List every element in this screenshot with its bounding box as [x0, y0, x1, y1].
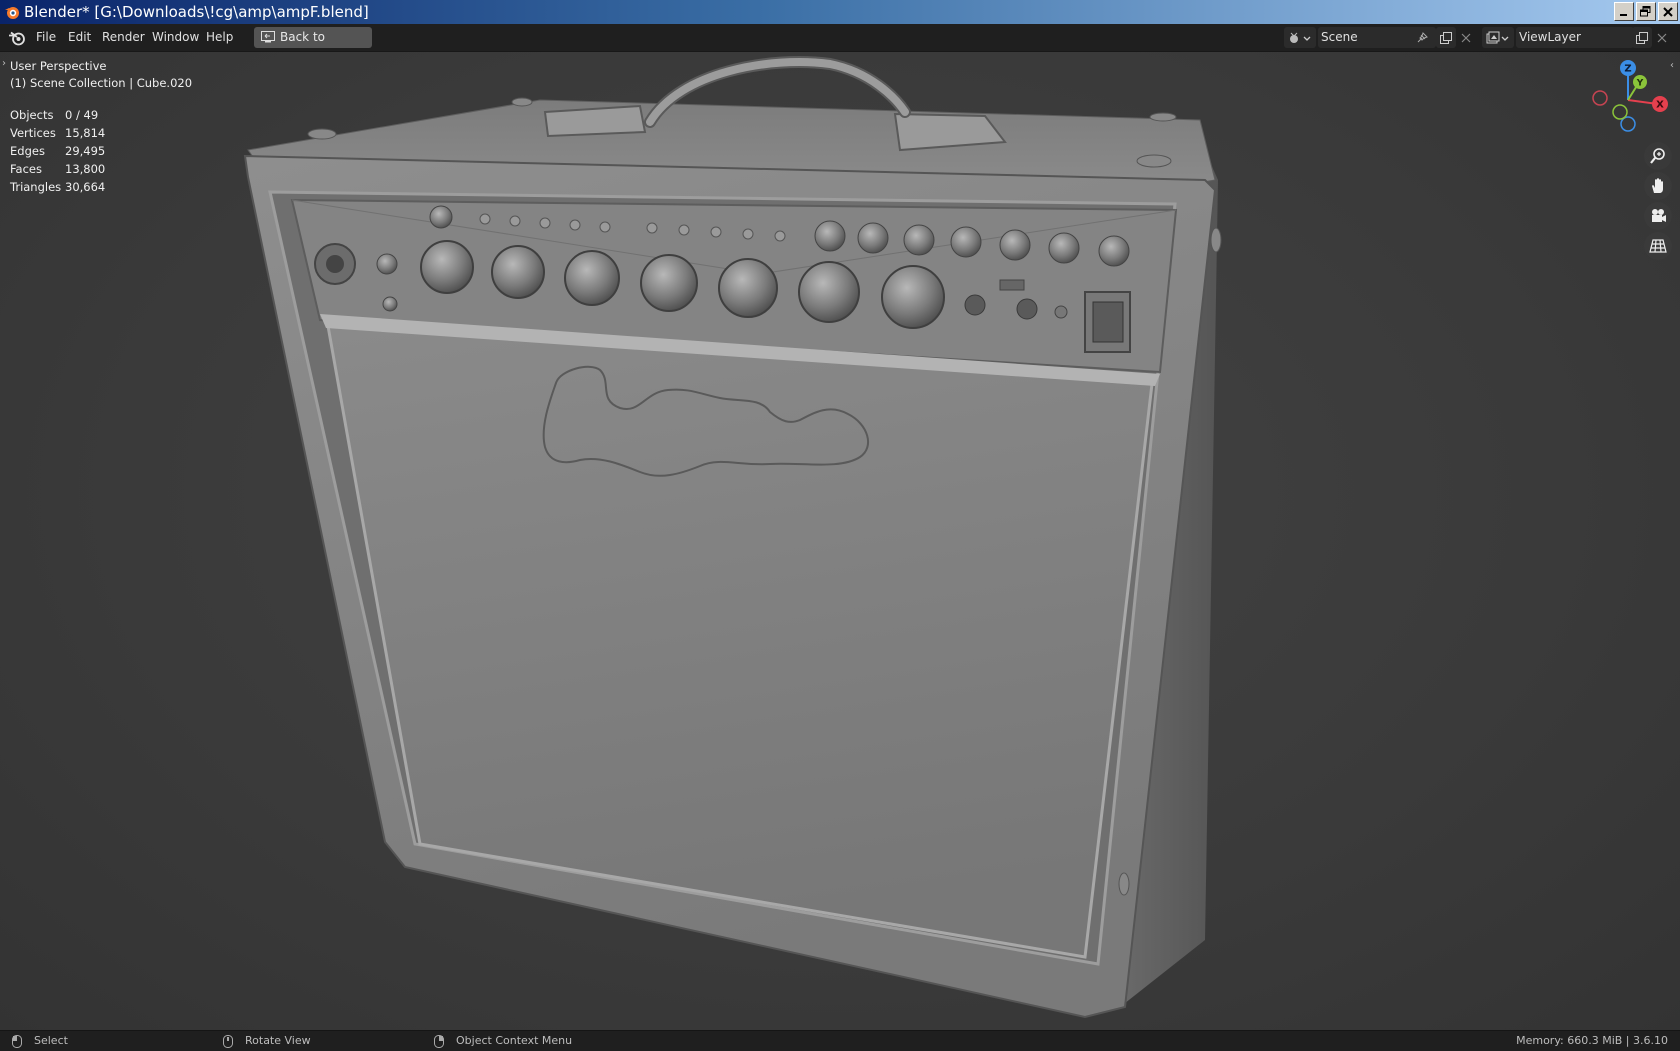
top-bar: File Edit Render Window Help Back to Pre…	[0, 24, 1680, 65]
gizmo-neg-y[interactable]	[1612, 104, 1628, 120]
blender-logo-icon	[5, 7, 19, 19]
close-x-icon	[1657, 33, 1667, 42]
camera-icon	[1652, 209, 1666, 222]
hand-pan-icon	[1652, 178, 1663, 193]
viewlayer-browse-button[interactable]	[1482, 27, 1514, 48]
window-title-bar: Blender* [G:\Downloads\!cg\amp\ampF.blen…	[0, 0, 1680, 24]
svg-text:Y: Y	[1636, 79, 1644, 89]
close-x-icon	[1461, 33, 1471, 42]
status-context-hint: Object Context Menu	[434, 1031, 674, 1051]
window-title: Blender* [G:\Downloads\!cg\amp\ampF.blen…	[24, 3, 369, 21]
ortho-toggle-button[interactable]	[1644, 232, 1672, 260]
blender-menu-icon[interactable]	[8, 29, 26, 46]
stat-faces: Faces 13,800	[10, 162, 106, 176]
mouse-left-icon	[12, 1035, 22, 1048]
viewlayer-delete-button[interactable]	[1652, 27, 1672, 48]
duplicate-icon	[1440, 31, 1452, 44]
scene-delete-button[interactable]	[1456, 27, 1476, 48]
minimize-icon	[1620, 13, 1627, 16]
stat-triangles: Triangles 30,664	[10, 180, 106, 194]
scene-browse-button[interactable]	[1284, 27, 1316, 48]
render-layers-icon	[1486, 31, 1509, 43]
restore-icon	[1640, 6, 1651, 17]
scene-icon	[1290, 32, 1311, 43]
gizmo-neg-x[interactable]	[1592, 90, 1608, 106]
pan-button[interactable]	[1644, 172, 1672, 200]
active-collection-label: (1) Scene Collection | Cube.020	[10, 76, 193, 90]
viewlayer-name: ViewLayer	[1519, 30, 1581, 44]
handle-left-bracket	[543, 104, 647, 138]
status-memory: Memory: 660.3 MiB | 3.6.10	[1516, 1034, 1668, 1047]
duplicate-icon	[1636, 31, 1648, 44]
viewlayer-name-field[interactable]: ViewLayer	[1516, 27, 1634, 48]
status-select-hint: Select	[12, 1031, 172, 1051]
stat-edges: Edges 29,495	[10, 144, 106, 158]
amplifier-model-render	[243, 56, 1222, 1019]
close-icon	[1663, 6, 1673, 17]
scene-new-button[interactable]	[1436, 27, 1456, 48]
toolbar-expand-arrow[interactable]: ›	[2, 58, 6, 69]
minimize-button[interactable]	[1614, 2, 1634, 21]
svg-text:Z: Z	[1624, 64, 1631, 75]
svg-text:X: X	[1656, 100, 1664, 111]
pin-icon	[1417, 31, 1428, 42]
stat-objects: Objects 0 / 49	[10, 108, 99, 122]
navigation-gizmo[interactable]: Z X Y	[1586, 58, 1670, 134]
scene-name: Scene	[1321, 30, 1358, 44]
zoom-button[interactable]	[1644, 142, 1672, 170]
back-screen-icon	[261, 31, 275, 43]
camera-view-button[interactable]	[1644, 202, 1672, 230]
status-rotate-hint: Rotate View	[223, 1031, 403, 1051]
ortho-grid-icon	[1649, 239, 1667, 253]
stat-vertices: Vertices 15,814	[10, 126, 106, 140]
scene-pin-button[interactable]	[1412, 27, 1432, 48]
menu-file[interactable]: File	[28, 28, 64, 47]
viewlayer-new-button[interactable]	[1632, 27, 1652, 48]
back-to-previous-button[interactable]: Back to Previous	[254, 27, 372, 65]
mouse-middle-icon	[223, 1035, 233, 1048]
sidebar-expand-arrow[interactable]: ‹	[1670, 60, 1674, 71]
status-bar: Select Rotate View Object Context Menu M…	[0, 1030, 1680, 1051]
zoom-icon	[1650, 148, 1665, 164]
close-button[interactable]	[1658, 2, 1678, 21]
viewport-info: User Perspective (1) Scene Collection | …	[10, 58, 192, 92]
view-perspective-label: User Perspective	[10, 59, 107, 73]
scene-statistics: Objects 0 / 49 Vertices 15,814 Edges 29,495…	[10, 106, 105, 196]
mouse-right-icon	[434, 1035, 444, 1048]
menu-help[interactable]: Help	[198, 28, 241, 47]
restore-button[interactable]	[1636, 2, 1656, 21]
3d-viewport[interactable]: User Perspective (1) Scene Collection | …	[0, 52, 1680, 1030]
